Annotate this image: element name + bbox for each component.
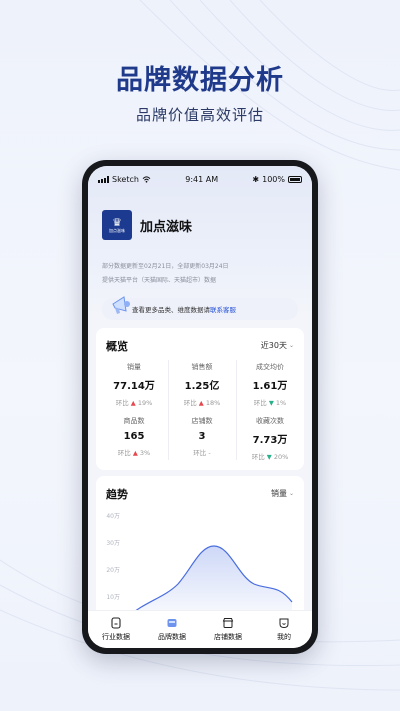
tab-label: 店铺数据 (214, 633, 242, 641)
source-note: 提供天猫平台（天猫国际、天猫超市）数据 (102, 277, 217, 284)
metric-favorites[interactable]: 收藏次数 7.73万 环比 ▼ 20% (237, 416, 303, 461)
contact-support-link[interactable]: 联系客服 (210, 304, 236, 314)
brand-logo: ♛ 加点滋味 (102, 210, 132, 240)
phone-frame: Sketch 9:41 AM ✱ 100% ♛ 加点滋味 加点滋味 部分数据更新… (82, 160, 318, 654)
arrow-up-icon: ▲ (198, 399, 204, 407)
metric-label: 收藏次数 (256, 417, 284, 425)
trend-card: 趋势 销量 ⌄ 40万 30万 20万 10万 (96, 476, 304, 616)
signal-icon (98, 175, 109, 183)
metric-sales-volume[interactable]: 销量 77.14万 环比 ▲ 19% (101, 362, 167, 407)
profile-icon (279, 618, 289, 629)
metric-value: 165 (123, 431, 145, 442)
overview-card: 概览 近30天 ⌄ 销量 77.14万 环比 ▲ 19% 销售额 1.25亿 环… (96, 328, 304, 470)
trend-title: 趋势 (106, 488, 128, 501)
brand-header: ♛ 加点滋味 加点滋味 (102, 210, 192, 240)
update-note: 部分数据更新至02月21日，全部更新03月24日 (102, 263, 229, 270)
trend-metric-label: 销量 (270, 489, 287, 498)
metric-product-count[interactable]: 商品数 165 环比 ▲ 3% (101, 416, 167, 457)
metric-change: - (208, 449, 211, 457)
metric-change-label: 环比 (251, 453, 265, 461)
metric-value: 1.61万 (252, 381, 288, 392)
period-selector[interactable]: 近30天 ⌄ (261, 340, 294, 351)
carrier-label: Sketch (112, 174, 139, 184)
battery-percent: 100% (262, 174, 285, 184)
arrow-up-icon: ▲ (130, 399, 136, 407)
chevron-down-icon: ⌄ (288, 342, 294, 349)
metric-change-label: 环比 (193, 449, 207, 457)
metric-store-count[interactable]: 店铺数 3 环比 - (169, 416, 235, 457)
tab-label: 品牌数据 (158, 633, 186, 641)
metric-change: 20% (273, 453, 289, 461)
tab-brand[interactable]: 品牌数据 (144, 611, 200, 648)
y-tick-label: 20万 (106, 567, 120, 574)
metric-value: 77.14万 (113, 381, 155, 392)
metric-change: 18% (205, 399, 221, 407)
y-tick-label: 40万 (106, 513, 120, 520)
metric-label: 成交均价 (256, 363, 284, 371)
bluetooth-icon: ✱ (252, 174, 260, 184)
trend-chart: 40万 30万 20万 10万 (106, 513, 293, 616)
metric-sales-amount[interactable]: 销售额 1.25亿 环比 ▲ 18% (169, 362, 235, 407)
metric-label: 商品数 (123, 417, 145, 425)
metric-change: 3% (139, 449, 151, 457)
metric-change-label: 环比 (115, 399, 129, 407)
tab-store[interactable]: 店铺数据 (200, 611, 256, 648)
metric-value: 7.73万 (252, 435, 288, 446)
status-bar: Sketch 9:41 AM ✱ 100% (88, 166, 312, 192)
chef-icon: ♛ (112, 215, 122, 229)
trend-area (126, 546, 292, 616)
period-label: 近30天 (260, 341, 287, 350)
battery-icon (287, 175, 302, 183)
tab-industry[interactable]: 行业数据 (88, 611, 144, 648)
arrow-down-icon: ▼ (268, 399, 274, 407)
industry-icon (111, 617, 121, 629)
chevron-down-icon: ⌄ (288, 490, 294, 497)
brand-icon (167, 619, 177, 627)
metric-label: 销售额 (191, 363, 213, 371)
overview-title: 概览 (106, 340, 128, 353)
bottom-tab-bar: 行业数据 品牌数据 店铺数据 我的 (88, 610, 312, 648)
tab-label: 行业数据 (102, 633, 130, 641)
metric-value: 1.25亿 (184, 381, 220, 392)
promo-banner[interactable]: 查看更多品类、维度数据请 联系客服 (102, 296, 298, 320)
metric-change-label: 环比 (253, 399, 267, 407)
metric-label: 销量 (127, 363, 141, 371)
hero-title: 品牌数据分析 (116, 65, 284, 96)
metric-change: 19% (137, 399, 153, 407)
metric-change-label: 环比 (183, 399, 197, 407)
metric-value: 3 (198, 431, 206, 442)
metric-change: 1% (275, 399, 287, 407)
clock: 9:41 AM (185, 174, 219, 184)
megaphone-icon (112, 296, 130, 314)
brand-name: 加点滋味 (140, 219, 193, 235)
y-tick-label: 10万 (106, 594, 120, 601)
tab-profile[interactable]: 我的 (256, 611, 312, 648)
y-tick-label: 30万 (106, 540, 120, 547)
arrow-down-icon: ▼ (266, 453, 272, 461)
metric-avg-price[interactable]: 成交均价 1.61万 环比 ▼ 1% (237, 362, 303, 407)
wifi-icon (142, 175, 151, 183)
arrow-up-icon: ▲ (132, 449, 138, 457)
metric-label: 店铺数 (191, 417, 213, 425)
metric-change-label: 环比 (117, 449, 131, 457)
phone-screen: Sketch 9:41 AM ✱ 100% ♛ 加点滋味 加点滋味 部分数据更新… (88, 166, 312, 648)
store-icon (222, 618, 234, 628)
brand-logo-text: 加点滋味 (109, 227, 125, 233)
tab-label: 我的 (277, 633, 291, 641)
hero-subtitle: 品牌价值高效评估 (135, 106, 264, 124)
trend-metric-selector[interactable]: 销量 ⌄ (271, 488, 294, 499)
promo-text: 查看更多品类、维度数据请 (132, 306, 210, 314)
